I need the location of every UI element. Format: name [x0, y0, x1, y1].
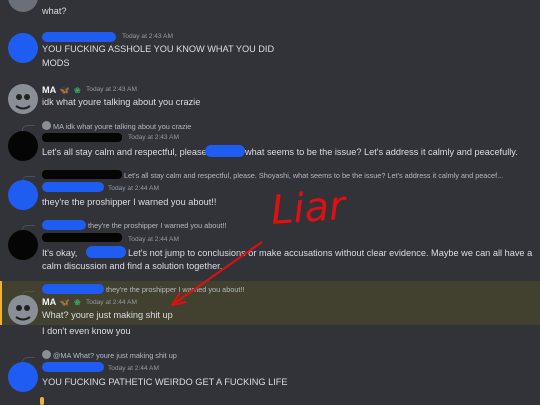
- liar-annotation: Liar: [171, 183, 349, 306]
- liar-arrow: [171, 241, 263, 306]
- liar-annotation-text: Liar: [269, 183, 349, 234]
